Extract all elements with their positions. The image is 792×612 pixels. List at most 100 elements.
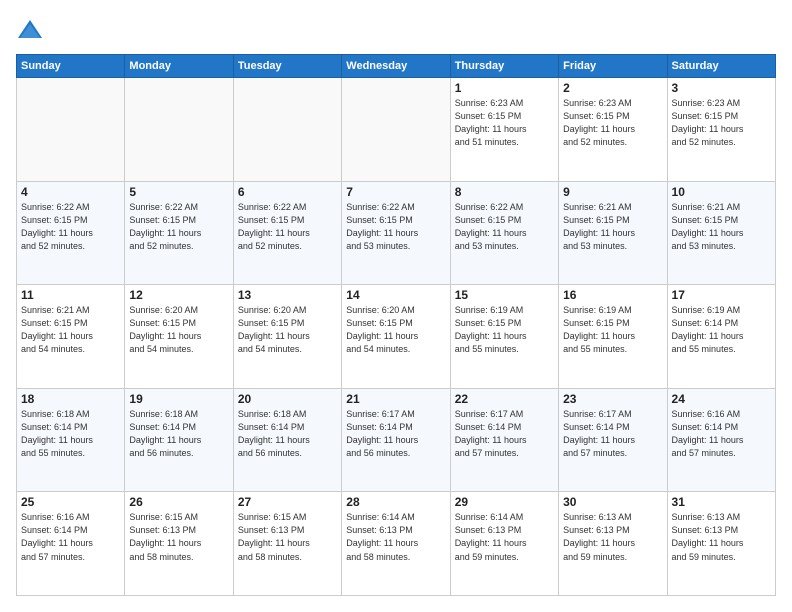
day-info: Sunrise: 6:23 AM Sunset: 6:15 PM Dayligh… [455,97,554,149]
day-number: 10 [672,185,771,199]
logo [16,16,48,44]
calendar-cell: 26 Sunrise: 6:15 AM Sunset: 6:13 PM Dayli… [125,492,233,596]
col-header-saturday: Saturday [667,55,775,78]
day-info: Sunrise: 6:22 AM Sunset: 6:15 PM Dayligh… [21,201,120,253]
day-number: 6 [238,185,337,199]
day-number: 8 [455,185,554,199]
logo-icon [16,16,44,44]
calendar-cell: 12 Sunrise: 6:20 AM Sunset: 6:15 PM Dayli… [125,285,233,389]
day-number: 21 [346,392,445,406]
day-info: Sunrise: 6:22 AM Sunset: 6:15 PM Dayligh… [238,201,337,253]
day-number: 16 [563,288,662,302]
day-info: Sunrise: 6:17 AM Sunset: 6:14 PM Dayligh… [455,408,554,460]
day-info: Sunrise: 6:18 AM Sunset: 6:14 PM Dayligh… [129,408,228,460]
calendar-cell [125,78,233,182]
day-number: 17 [672,288,771,302]
day-info: Sunrise: 6:22 AM Sunset: 6:15 PM Dayligh… [129,201,228,253]
day-info: Sunrise: 6:14 AM Sunset: 6:13 PM Dayligh… [455,511,554,563]
calendar-cell: 2 Sunrise: 6:23 AM Sunset: 6:15 PM Daylig… [559,78,667,182]
day-info: Sunrise: 6:19 AM Sunset: 6:15 PM Dayligh… [455,304,554,356]
day-info: Sunrise: 6:18 AM Sunset: 6:14 PM Dayligh… [21,408,120,460]
calendar-cell: 18 Sunrise: 6:18 AM Sunset: 6:14 PM Dayli… [17,388,125,492]
calendar-cell: 9 Sunrise: 6:21 AM Sunset: 6:15 PM Daylig… [559,181,667,285]
day-number: 19 [129,392,228,406]
day-info: Sunrise: 6:17 AM Sunset: 6:14 PM Dayligh… [346,408,445,460]
calendar-cell: 15Sunrise: 6:19 AM Sunset: 6:15 PM Dayli… [450,285,558,389]
calendar-cell: 22 Sunrise: 6:17 AM Sunset: 6:14 PM Dayli… [450,388,558,492]
day-info: Sunrise: 6:13 AM Sunset: 6:13 PM Dayligh… [672,511,771,563]
day-info: Sunrise: 6:20 AM Sunset: 6:15 PM Dayligh… [238,304,337,356]
day-number: 23 [563,392,662,406]
day-number: 4 [21,185,120,199]
day-info: Sunrise: 6:22 AM Sunset: 6:15 PM Dayligh… [346,201,445,253]
day-number: 12 [129,288,228,302]
calendar-cell: 3 Sunrise: 6:23 AM Sunset: 6:15 PM Daylig… [667,78,775,182]
calendar-cell: 4 Sunrise: 6:22 AM Sunset: 6:15 PM Daylig… [17,181,125,285]
calendar-cell: 1 Sunrise: 6:23 AM Sunset: 6:15 PM Daylig… [450,78,558,182]
day-number: 2 [563,81,662,95]
day-number: 29 [455,495,554,509]
calendar-cell: 17 Sunrise: 6:19 AM Sunset: 6:14 PM Dayli… [667,285,775,389]
calendar-cell: 29 Sunrise: 6:14 AM Sunset: 6:13 PM Dayli… [450,492,558,596]
calendar-cell: 11 Sunrise: 6:21 AM Sunset: 6:15 PM Dayli… [17,285,125,389]
day-info: Sunrise: 6:20 AM Sunset: 6:15 PM Dayligh… [129,304,228,356]
calendar-cell [17,78,125,182]
col-header-monday: Monday [125,55,233,78]
day-number: 30 [563,495,662,509]
calendar-cell: 28 Sunrise: 6:14 AM Sunset: 6:13 PM Dayli… [342,492,450,596]
day-info: Sunrise: 6:19 AM Sunset: 6:14 PM Dayligh… [672,304,771,356]
day-number: 27 [238,495,337,509]
day-info: Sunrise: 6:19 AM Sunset: 6:15 PM Dayligh… [563,304,662,356]
col-header-wednesday: Wednesday [342,55,450,78]
day-info: Sunrise: 6:21 AM Sunset: 6:15 PM Dayligh… [563,201,662,253]
calendar-cell: 20 Sunrise: 6:18 AM Sunset: 6:14 PM Dayli… [233,388,341,492]
day-number: 22 [455,392,554,406]
day-info: Sunrise: 6:13 AM Sunset: 6:13 PM Dayligh… [563,511,662,563]
day-info: Sunrise: 6:23 AM Sunset: 6:15 PM Dayligh… [563,97,662,149]
day-info: Sunrise: 6:18 AM Sunset: 6:14 PM Dayligh… [238,408,337,460]
week-row-2: 4 Sunrise: 6:22 AM Sunset: 6:15 PM Daylig… [17,181,776,285]
calendar-cell: 6 Sunrise: 6:22 AM Sunset: 6:15 PM Daylig… [233,181,341,285]
day-info: Sunrise: 6:20 AM Sunset: 6:15 PM Dayligh… [346,304,445,356]
day-info: Sunrise: 6:23 AM Sunset: 6:15 PM Dayligh… [672,97,771,149]
calendar-header-row: SundayMondayTuesdayWednesdayThursdayFrid… [17,55,776,78]
day-number: 7 [346,185,445,199]
day-number: 20 [238,392,337,406]
day-info: Sunrise: 6:17 AM Sunset: 6:14 PM Dayligh… [563,408,662,460]
calendar-cell: 16 Sunrise: 6:19 AM Sunset: 6:15 PM Dayli… [559,285,667,389]
calendar-cell: 27 Sunrise: 6:15 AM Sunset: 6:13 PM Dayli… [233,492,341,596]
day-info: Sunrise: 6:16 AM Sunset: 6:14 PM Dayligh… [672,408,771,460]
day-info: Sunrise: 6:15 AM Sunset: 6:13 PM Dayligh… [238,511,337,563]
col-header-thursday: Thursday [450,55,558,78]
day-number: 26 [129,495,228,509]
day-info: Sunrise: 6:15 AM Sunset: 6:13 PM Dayligh… [129,511,228,563]
day-info: Sunrise: 6:16 AM Sunset: 6:14 PM Dayligh… [21,511,120,563]
day-info: Sunrise: 6:14 AM Sunset: 6:13 PM Dayligh… [346,511,445,563]
col-header-friday: Friday [559,55,667,78]
day-number: 9 [563,185,662,199]
day-info: Sunrise: 6:21 AM Sunset: 6:15 PM Dayligh… [21,304,120,356]
day-number: 25 [21,495,120,509]
day-number: 3 [672,81,771,95]
calendar-cell: 5Sunrise: 6:22 AM Sunset: 6:15 PM Daylig… [125,181,233,285]
header [16,16,776,44]
col-header-tuesday: Tuesday [233,55,341,78]
calendar-cell: 25 Sunrise: 6:16 AM Sunset: 6:14 PM Dayli… [17,492,125,596]
day-info: Sunrise: 6:21 AM Sunset: 6:15 PM Dayligh… [672,201,771,253]
day-number: 28 [346,495,445,509]
day-number: 14 [346,288,445,302]
calendar-cell: 19 Sunrise: 6:18 AM Sunset: 6:14 PM Dayli… [125,388,233,492]
calendar-table: SundayMondayTuesdayWednesdayThursdayFrid… [16,54,776,596]
day-number: 24 [672,392,771,406]
week-row-3: 11 Sunrise: 6:21 AM Sunset: 6:15 PM Dayli… [17,285,776,389]
calendar-cell: 10 Sunrise: 6:21 AM Sunset: 6:15 PM Dayli… [667,181,775,285]
week-row-4: 18 Sunrise: 6:18 AM Sunset: 6:14 PM Dayli… [17,388,776,492]
calendar-cell: 14 Sunrise: 6:20 AM Sunset: 6:15 PM Dayli… [342,285,450,389]
day-number: 1 [455,81,554,95]
calendar-cell [342,78,450,182]
day-number: 11 [21,288,120,302]
calendar-cell: 7 Sunrise: 6:22 AM Sunset: 6:15 PM Daylig… [342,181,450,285]
day-number: 13 [238,288,337,302]
col-header-sunday: Sunday [17,55,125,78]
day-number: 18 [21,392,120,406]
